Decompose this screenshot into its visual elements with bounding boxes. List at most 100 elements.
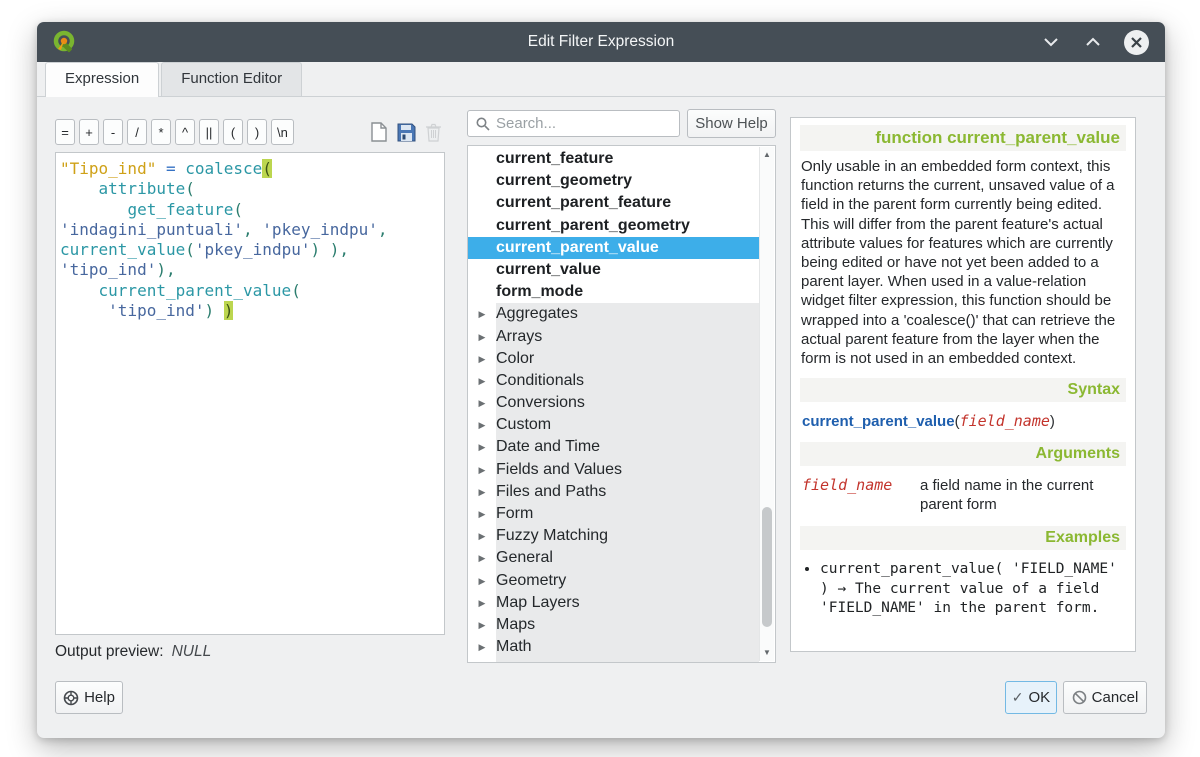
function-group-custom[interactable]: ▶Custom — [468, 414, 759, 436]
examples-list: current_parent_value( 'FIELD_NAME' ) → T… — [800, 556, 1126, 619]
expand-arrow-icon[interactable]: ▶ — [468, 370, 496, 392]
function-group-general[interactable]: ▶General — [468, 547, 759, 569]
expand-arrow-icon[interactable]: ▶ — [468, 547, 496, 569]
roll-up-icon[interactable] — [1082, 31, 1104, 53]
function-group-label: Maps — [496, 614, 759, 636]
syntax-line: current_parent_value(field_name) — [800, 408, 1126, 434]
close-icon[interactable] — [1124, 30, 1149, 55]
operator-button--[interactable]: - — [103, 119, 123, 145]
new-expression-icon[interactable] — [367, 120, 390, 144]
operator-button-*[interactable]: * — [151, 119, 171, 145]
function-group-operators[interactable]: ▶Operators — [468, 658, 759, 663]
argument-name: field_name — [802, 476, 920, 514]
expand-arrow-icon[interactable]: ▶ — [468, 414, 496, 436]
operator-button-([interactable]: ( — [223, 119, 243, 145]
expand-arrow-icon[interactable]: ▶ — [468, 570, 496, 592]
function-group-map-layers[interactable]: ▶Map Layers — [468, 592, 759, 614]
function-item-current_parent_geometry[interactable]: current_parent_geometry — [468, 215, 759, 237]
function-group-label: Conversions — [496, 392, 759, 414]
function-group-label: Fuzzy Matching — [496, 525, 759, 547]
help-button[interactable]: Help — [55, 681, 123, 714]
expand-arrow-icon[interactable]: ▶ — [468, 348, 496, 370]
expand-arrow-icon[interactable]: ▶ — [468, 503, 496, 525]
function-group-label: Color — [496, 348, 759, 370]
function-group-label: Conditionals — [496, 370, 759, 392]
function-help-panel: function current_parent_value Only usabl… — [790, 117, 1136, 652]
operator-button-)[interactable]: ) — [247, 119, 267, 145]
function-group-date-and-time[interactable]: ▶Date and Time — [468, 436, 759, 458]
window-title: Edit Filter Expression — [37, 33, 1165, 51]
operator-button-\n[interactable]: \n — [271, 119, 294, 145]
search-input[interactable] — [496, 115, 695, 132]
roll-down-icon[interactable] — [1040, 31, 1062, 53]
syntax-section-header: Syntax — [800, 378, 1126, 402]
save-expression-icon[interactable] — [394, 120, 417, 144]
expand-arrow-icon[interactable]: ▶ — [468, 614, 496, 636]
expand-arrow-icon[interactable]: ▶ — [468, 481, 496, 503]
ok-button[interactable]: ✓ OK — [1005, 681, 1057, 714]
function-item-current_feature[interactable]: current_feature — [468, 148, 759, 170]
function-group-fuzzy-matching[interactable]: ▶Fuzzy Matching — [468, 525, 759, 547]
function-group-label: Form — [496, 503, 759, 525]
expand-arrow-icon[interactable]: ▶ — [468, 436, 496, 458]
expand-arrow-icon[interactable]: ▶ — [468, 592, 496, 614]
function-group-label: Custom — [496, 414, 759, 436]
function-item-current_geometry[interactable]: current_geometry — [468, 170, 759, 192]
expression-code-editor[interactable]: "Tipo_ind" = coalesce( attribute( get_fe… — [55, 152, 445, 635]
function-group-color[interactable]: ▶Color — [468, 348, 759, 370]
check-icon: ✓ — [1012, 689, 1024, 706]
tab-bar: Expression Function Editor — [37, 62, 1165, 97]
function-group-label: General — [496, 547, 759, 569]
function-group-label: Date and Time — [496, 436, 759, 458]
function-search[interactable] — [467, 110, 680, 137]
expand-arrow-icon[interactable]: ▶ — [468, 326, 496, 348]
function-group-maps[interactable]: ▶Maps — [468, 614, 759, 636]
examples-section-header: Examples — [800, 526, 1126, 550]
function-group-form[interactable]: ▶Form — [468, 503, 759, 525]
function-item-current_parent_value[interactable]: current_parent_value — [468, 237, 759, 259]
function-group-fields-and-values[interactable]: ▶Fields and Values — [468, 459, 759, 481]
function-item-current_value[interactable]: current_value — [468, 259, 759, 281]
function-group-label: Arrays — [496, 326, 759, 348]
code-line: 'tipo_ind'), — [60, 260, 440, 280]
function-group-files-and-paths[interactable]: ▶Files and Paths — [468, 481, 759, 503]
function-group-conditionals[interactable]: ▶Conditionals — [468, 370, 759, 392]
edit-filter-expression-dialog: Edit Filter Expression Expression Functi… — [37, 22, 1165, 738]
arguments-section-header: Arguments — [800, 442, 1126, 466]
expand-arrow-icon[interactable]: ▶ — [468, 459, 496, 481]
show-help-button[interactable]: Show Help — [687, 109, 776, 138]
expand-arrow-icon[interactable]: ▶ — [468, 658, 496, 663]
function-item-form_mode[interactable]: form_mode — [468, 281, 759, 303]
function-group-geometry[interactable]: ▶Geometry — [468, 570, 759, 592]
scrollbar-thumb[interactable] — [762, 507, 772, 627]
expand-arrow-icon[interactable]: ▶ — [468, 525, 496, 547]
ok-button-label: OK — [1029, 689, 1051, 706]
function-group-aggregates[interactable]: ▶Aggregates — [468, 303, 759, 325]
expand-arrow-icon[interactable]: ▶ — [468, 303, 496, 325]
example-item: current_parent_value( 'FIELD_NAME' ) → T… — [820, 560, 1124, 619]
tab-function-editor[interactable]: Function Editor — [161, 62, 302, 96]
function-group-conversions[interactable]: ▶Conversions — [468, 392, 759, 414]
expand-arrow-icon[interactable]: ▶ — [468, 392, 496, 414]
syntax-function-name: current_parent_value — [802, 413, 955, 430]
operator-button-=[interactable]: = — [55, 119, 75, 145]
operator-button-||[interactable]: || — [199, 119, 219, 145]
tab-expression[interactable]: Expression — [45, 62, 159, 97]
scrollbar-down-arrow-icon[interactable]: ▼ — [760, 646, 774, 660]
function-item-current_parent_feature[interactable]: current_parent_feature — [468, 192, 759, 214]
code-line: "Tipo_ind" = coalesce( — [60, 159, 440, 179]
function-list-scrollbar[interactable]: ▲ ▼ — [759, 147, 774, 661]
scrollbar-up-arrow-icon[interactable]: ▲ — [760, 148, 774, 162]
operator-button-/[interactable]: / — [127, 119, 147, 145]
argument-description: a field name in the current parent form — [920, 476, 1124, 514]
expand-arrow-icon[interactable]: ▶ — [468, 636, 496, 658]
cancel-button[interactable]: Cancel — [1063, 681, 1147, 714]
help-title: function current_parent_value — [800, 125, 1126, 151]
output-preview-label: Output preview: — [55, 643, 164, 660]
window-titlebar[interactable]: Edit Filter Expression — [37, 22, 1165, 62]
operator-button-+[interactable]: + — [79, 119, 99, 145]
operator-button-^[interactable]: ^ — [175, 119, 195, 145]
function-group-arrays[interactable]: ▶Arrays — [468, 326, 759, 348]
code-line: 'tipo_ind') ) — [60, 301, 440, 321]
function-group-math[interactable]: ▶Math — [468, 636, 759, 658]
